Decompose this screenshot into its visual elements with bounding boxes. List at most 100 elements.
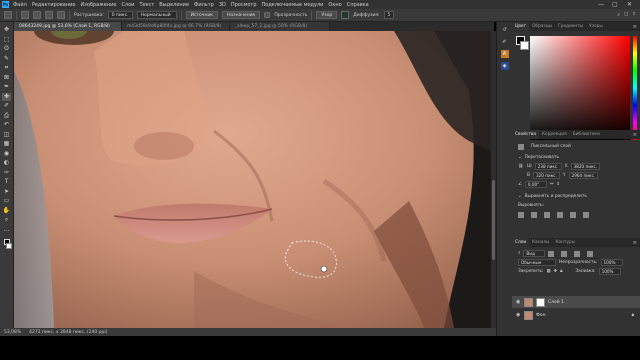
hand-icon[interactable]: ✋ — [2, 207, 11, 216]
lock-position-icon[interactable]: ✥ — [554, 269, 558, 274]
layer-row-1[interactable]: ◉ Слой 1 — [512, 296, 640, 308]
type-icon[interactable]: T — [2, 178, 11, 187]
tab-channels[interactable]: Каналы — [529, 238, 552, 247]
layer-name[interactable]: Фон — [536, 313, 546, 318]
opacity-field[interactable]: 100% — [600, 259, 623, 266]
color-picker-field[interactable] — [530, 36, 630, 140]
clone-stamp-icon[interactable]: ⎙ — [2, 112, 11, 121]
path-select-icon[interactable]: ➤ — [2, 188, 11, 197]
gradient-icon[interactable]: ▦ — [2, 140, 11, 149]
menu-select[interactable]: Выделение — [159, 2, 189, 8]
brush-settings-icon[interactable]: ✐ — [501, 38, 509, 46]
fill-field[interactable]: 100% — [598, 268, 621, 275]
align-hcenter-icon[interactable] — [531, 211, 537, 218]
transparent-checkbox[interactable] — [264, 12, 271, 18]
background-color-swatch[interactable] — [520, 41, 529, 50]
panel-menu-icon[interactable]: ≡ — [633, 132, 637, 138]
character-icon[interactable]: A — [500, 50, 509, 58]
share-icon[interactable]: ⇪ — [632, 12, 636, 18]
mode-select[interactable]: Нормальный — [136, 11, 177, 19]
tab-adjustments[interactable]: Коррекция — [539, 130, 570, 139]
flip-horizontal-icon[interactable]: ⇔ — [550, 182, 554, 187]
menu-edit[interactable]: Редактирование — [32, 2, 76, 8]
tab-swatches[interactable]: Образцы — [529, 22, 555, 31]
lock-pixels-icon[interactable]: ▦ — [546, 269, 550, 274]
lasso-icon[interactable]: ʘ — [2, 45, 11, 54]
hue-slider[interactable] — [633, 36, 637, 140]
eyedropper-icon[interactable]: ✒ — [2, 83, 11, 92]
menu-filter[interactable]: Фильтр — [194, 2, 214, 8]
history-icon[interactable]: ↺ — [501, 26, 509, 34]
filter-type-icon[interactable] — [574, 250, 581, 257]
photoshop-logo-icon[interactable]: Ps — [2, 1, 9, 8]
blend-mode-select[interactable]: Обычные — [518, 259, 556, 266]
pattern-button[interactable]: Узор — [316, 11, 338, 19]
layer-mask-thumbnail[interactable] — [536, 297, 545, 307]
search-icon[interactable]: ⌕ — [617, 12, 620, 18]
pattern-swatch-icon[interactable] — [341, 11, 350, 19]
tab-gradients[interactable]: Градиенты — [555, 22, 586, 31]
pen-icon[interactable]: ✑ — [2, 169, 11, 178]
flip-vertical-icon[interactable]: ⇕ — [556, 182, 560, 187]
quick-select-icon[interactable]: ✎ — [2, 55, 11, 64]
x-field[interactable]: 3820 пикс. — [570, 163, 601, 170]
zoom-icon[interactable]: ⌕ — [2, 216, 11, 225]
layer-name[interactable]: Слой 1 — [548, 300, 564, 305]
panel-menu-icon[interactable]: ≡ — [633, 240, 637, 246]
filter-shape-icon[interactable] — [587, 250, 594, 257]
layer-row-2[interactable]: ◉ Фон 🔒︎ — [512, 309, 640, 321]
scrollbar-thumb[interactable] — [492, 180, 495, 260]
menu-type[interactable]: Текст — [139, 2, 154, 8]
align-bottom-icon[interactable] — [583, 211, 589, 218]
marquee-icon[interactable]: ⬚ — [2, 36, 11, 45]
align-left-icon[interactable] — [518, 211, 524, 218]
more-tools-icon[interactable]: … — [2, 226, 11, 235]
tab-doc-1[interactable]: 08643249.jpg @ 53,6% (Слой 1, RGB/8) — [14, 22, 122, 31]
filter-adjust-icon[interactable] — [561, 250, 568, 257]
tab-patterns[interactable]: Узоры — [586, 22, 606, 31]
menu-3d[interactable]: 3D — [219, 2, 226, 8]
add-selection-icon[interactable] — [33, 11, 41, 19]
tool-preset-icon[interactable] — [4, 11, 12, 19]
menu-plugins[interactable]: Подключаемые модули — [262, 2, 324, 8]
align-top-icon[interactable] — [557, 211, 563, 218]
tab-paths[interactable]: Контуры — [552, 238, 578, 247]
subtract-selection-icon[interactable] — [45, 11, 53, 19]
menu-view[interactable]: Просмотр — [231, 2, 257, 8]
tab-properties[interactable]: Свойства — [512, 130, 539, 139]
panel-menu-icon[interactable]: ≡ — [633, 24, 637, 30]
crop-icon[interactable]: ⌗ — [2, 64, 11, 73]
eraser-icon[interactable]: ◫ — [2, 131, 11, 140]
menu-image[interactable]: Изображение — [80, 2, 116, 8]
height-field[interactable]: 320 пикс. — [532, 172, 560, 179]
chevron-down-icon[interactable]: ⌄ — [518, 155, 522, 160]
minimize-icon[interactable]: — — [598, 1, 604, 8]
menu-window[interactable]: Окно — [328, 2, 341, 8]
navigator-icon[interactable]: ◈ — [500, 62, 509, 70]
move-icon[interactable]: ✥ — [2, 26, 11, 35]
healing-brush-icon[interactable]: ✚ — [2, 92, 11, 101]
brush-icon[interactable]: ✐ — [2, 102, 11, 111]
workspace-icon[interactable]: ▢ — [624, 12, 628, 18]
filter-pixel-icon[interactable] — [548, 250, 555, 257]
tab-layers[interactable]: Слои — [512, 238, 530, 247]
zoom-readout[interactable]: 53,08% — [4, 330, 21, 335]
document-canvas[interactable] — [14, 31, 491, 328]
new-selection-icon[interactable] — [21, 11, 29, 19]
destination-button[interactable]: Назначение — [222, 11, 261, 19]
rectangle-icon[interactable]: ▭ — [2, 197, 11, 206]
tab-libraries[interactable]: Библиотеки — [570, 130, 603, 139]
layer-filter-select[interactable]: Вид — [523, 250, 546, 257]
feather-field[interactable]: 0 пикс. — [107, 11, 133, 19]
angle-field[interactable]: 0,00° — [524, 181, 547, 188]
width-field[interactable]: 238 пикс. — [534, 163, 562, 170]
menu-file[interactable]: Файл — [13, 2, 27, 8]
chevron-down-icon[interactable]: ⌄ — [518, 194, 522, 199]
tab-doc-3[interactable]: _sleep_57_2.jpg @ 50% (RGB/8) — [230, 22, 330, 31]
close-icon[interactable]: ✕ — [627, 1, 632, 8]
menu-help[interactable]: Справка — [347, 2, 369, 8]
lock-all-icon[interactable]: 🔒︎ — [560, 269, 562, 274]
background-color-swatch[interactable] — [6, 243, 12, 249]
eye-icon[interactable]: ◉ — [516, 299, 521, 305]
diffusion-field[interactable]: 5 — [383, 11, 395, 19]
